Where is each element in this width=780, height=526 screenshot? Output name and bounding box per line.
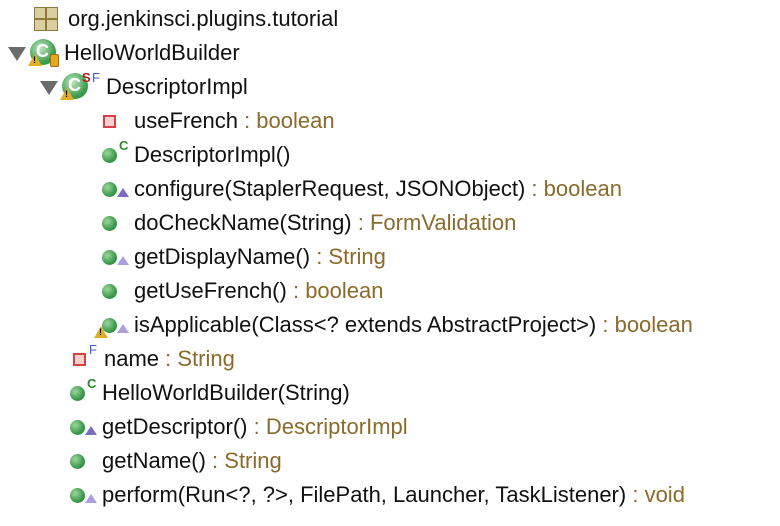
member-label: DescriptorImpl() bbox=[134, 142, 291, 167]
tree-item-method[interactable]: isApplicable(Class<? extends AbstractPro… bbox=[92, 308, 693, 342]
tree-item-method[interactable]: getDescriptor() : DescriptorImpl bbox=[66, 410, 408, 444]
expand-toggle[interactable] bbox=[38, 72, 60, 102]
tree-item-class-inner[interactable]: SF DescriptorImpl bbox=[38, 70, 248, 104]
member-label: getName() : String bbox=[102, 448, 282, 473]
public-constructor-icon: C bbox=[98, 138, 128, 170]
member-label: HelloWorldBuilder(String) bbox=[102, 380, 350, 405]
member-label: getUseFrench() : boolean bbox=[134, 278, 384, 303]
private-final-field-icon: F bbox=[68, 342, 98, 374]
tree-item-field[interactable]: useFrench : boolean bbox=[98, 104, 335, 138]
tree-item-class-outer[interactable]: HelloWorldBuilder bbox=[6, 36, 240, 70]
tree-item-field[interactable]: F name : String bbox=[68, 342, 235, 376]
class-outer-label: HelloWorldBuilder bbox=[64, 40, 240, 65]
public-method-override-icon bbox=[98, 174, 129, 204]
tree-item-package[interactable]: org.jenkinsci.plugins.tutorial bbox=[32, 2, 338, 36]
tree-item-constructor[interactable]: C HelloWorldBuilder(String) bbox=[66, 376, 350, 410]
public-method-icon bbox=[66, 446, 96, 476]
tree-item-method[interactable]: perform(Run<?, ?>, FilePath, Launcher, T… bbox=[66, 478, 685, 512]
tree-item-constructor[interactable]: C DescriptorImpl() bbox=[98, 138, 290, 172]
member-label: configure(StaplerRequest, JSONObject) : … bbox=[134, 176, 622, 201]
member-label: name : String bbox=[104, 346, 235, 371]
member-label: doCheckName(String) : FormValidation bbox=[134, 210, 517, 235]
public-method-override-icon bbox=[66, 480, 97, 510]
public-method-warning-icon bbox=[92, 310, 129, 340]
package-icon bbox=[32, 4, 62, 34]
class-warning-icon bbox=[28, 38, 59, 68]
chevron-down-icon bbox=[8, 47, 26, 61]
tree-item-method[interactable]: getUseFrench() : boolean bbox=[98, 274, 384, 308]
outline-tree: org.jenkinsci.plugins.tutorial HelloWorl… bbox=[0, 0, 780, 526]
member-label: getDisplayName() : String bbox=[134, 244, 386, 269]
class-inner-label: DescriptorImpl bbox=[106, 74, 248, 99]
expand-toggle[interactable] bbox=[6, 38, 28, 68]
tree-item-method[interactable]: getName() : String bbox=[66, 444, 282, 478]
member-label: useFrench : boolean bbox=[134, 108, 335, 133]
tree-item-method[interactable]: getDisplayName() : String bbox=[98, 240, 386, 274]
private-field-icon bbox=[98, 106, 128, 136]
member-label: getDescriptor() : DescriptorImpl bbox=[102, 414, 408, 439]
chevron-down-icon bbox=[40, 81, 58, 95]
static-final-class-warning-icon: SF bbox=[60, 70, 100, 102]
public-method-icon bbox=[98, 208, 128, 238]
public-constructor-icon: C bbox=[66, 376, 96, 408]
package-label: org.jenkinsci.plugins.tutorial bbox=[68, 6, 339, 31]
tree-item-method[interactable]: doCheckName(String) : FormValidation bbox=[98, 206, 516, 240]
tree-item-method[interactable]: configure(StaplerRequest, JSONObject) : … bbox=[98, 172, 622, 206]
public-method-icon bbox=[98, 276, 128, 306]
member-label: perform(Run<?, ?>, FilePath, Launcher, T… bbox=[102, 482, 685, 507]
public-method-override-icon bbox=[98, 242, 129, 272]
public-method-override-icon bbox=[66, 412, 97, 442]
member-label: isApplicable(Class<? extends AbstractPro… bbox=[134, 312, 693, 337]
